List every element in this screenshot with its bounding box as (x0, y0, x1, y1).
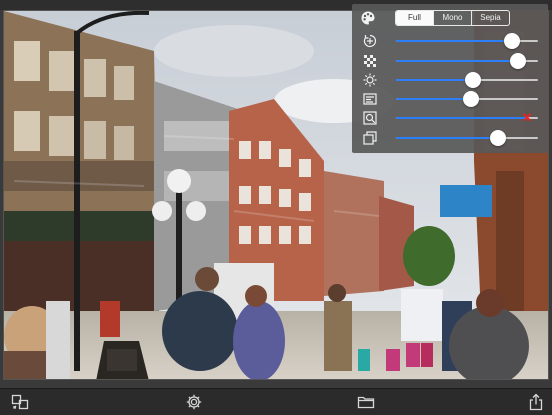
folder-icon[interactable] (356, 393, 376, 411)
adjustment-panel: Full Mono Sepia ✕ (352, 4, 548, 153)
layers-slider[interactable] (396, 130, 538, 146)
brightness-slider-thumb[interactable] (464, 72, 481, 88)
zoom-detail-icon (362, 110, 378, 126)
mode-full-option[interactable]: Full (396, 11, 434, 25)
hue-slider-row (352, 32, 548, 50)
detail-slider-disabled-marker[interactable]: ✕ (522, 111, 533, 125)
share-icon[interactable] (526, 393, 546, 411)
mode-mono-option[interactable]: Mono (434, 11, 472, 25)
layers-slider-thumb[interactable] (490, 130, 507, 146)
layers-icon (362, 130, 378, 146)
brightness-slider-row (352, 71, 548, 89)
hue-slider-thumb[interactable] (504, 33, 521, 49)
contrast-slider[interactable] (396, 91, 538, 107)
pattern-slider-fill (396, 60, 519, 62)
detail-slider-row: ✕ (352, 109, 548, 127)
brightness-slider-fill (396, 79, 473, 81)
layers-slider-fill (396, 137, 499, 139)
hue-slider[interactable] (396, 33, 538, 49)
filter-mode-segmented-control: Full Mono Sepia (395, 10, 510, 26)
mode-sepia-option[interactable]: Sepia (472, 11, 509, 25)
pattern-slider-thumb[interactable] (510, 53, 527, 69)
brightness-slider[interactable] (396, 72, 538, 88)
compare-icon[interactable] (10, 393, 30, 411)
detail-slider-fill (396, 117, 527, 119)
contrast-slider-fill (396, 98, 472, 100)
settings-gear-icon[interactable] (184, 393, 204, 411)
palette-icon[interactable] (360, 10, 376, 26)
detail-slider[interactable]: ✕ (396, 111, 538, 125)
bottom-toolbar (0, 388, 552, 415)
checkerboard-icon (362, 53, 378, 69)
hue-slider-fill (396, 40, 513, 42)
brightness-icon (362, 72, 378, 88)
hue-rotate-icon (362, 33, 378, 49)
layers-slider-row (352, 129, 548, 147)
contrast-icon (362, 91, 378, 107)
contrast-slider-thumb[interactable] (463, 91, 480, 107)
contrast-slider-row (352, 90, 548, 108)
pattern-slider[interactable] (396, 53, 538, 69)
pattern-slider-row (352, 52, 548, 70)
